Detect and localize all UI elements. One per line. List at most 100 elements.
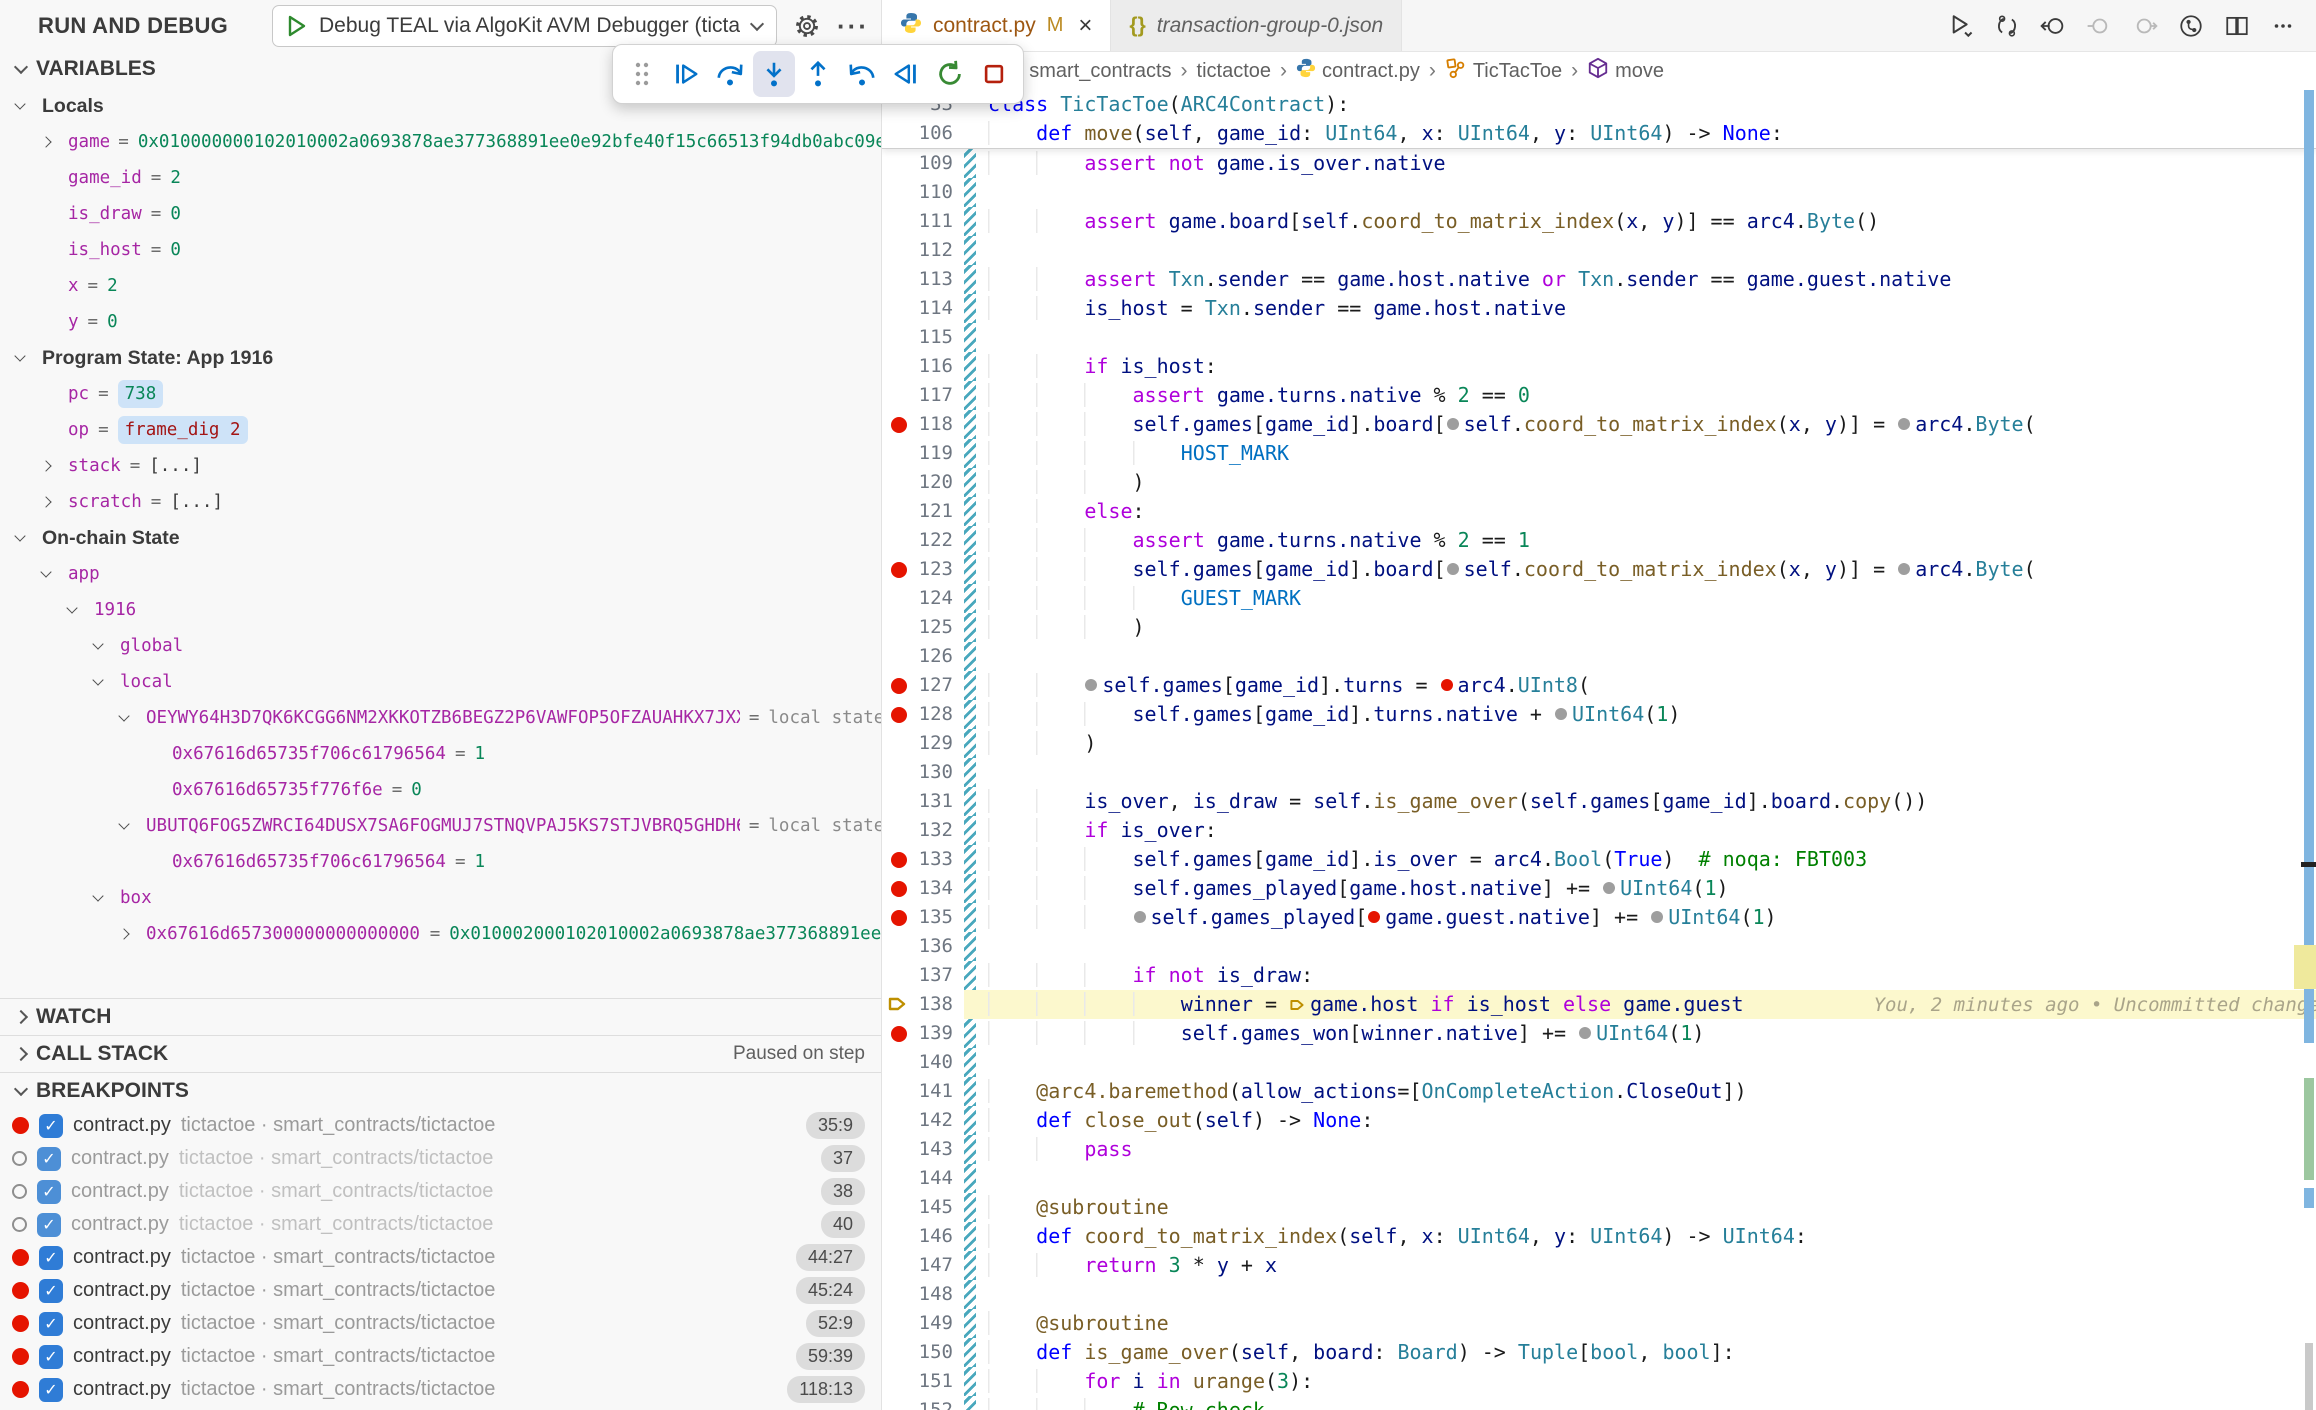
breakpoint-gutter-icon[interactable] <box>891 881 907 897</box>
variable-row-y[interactable]: y=0 <box>0 304 881 340</box>
breadcrumb-item-tictactoe[interactable]: tictactoe <box>1197 60 1271 83</box>
breakpoint-checkbox[interactable]: ✓ <box>39 1378 63 1402</box>
breakpoint-gutter[interactable] <box>882 1048 916 1077</box>
previous-change-icon[interactable] <box>2086 13 2112 39</box>
breakpoint-gutter[interactable] <box>882 381 916 410</box>
inline-breakpoint-icon[interactable] <box>1447 418 1459 430</box>
variable-row-is-host[interactable]: is_host=0 <box>0 232 881 268</box>
restart-button[interactable] <box>929 51 971 97</box>
breakpoint-gutter[interactable] <box>882 961 916 990</box>
continue-button[interactable] <box>665 51 707 97</box>
inline-breakpoint-active-icon[interactable] <box>1368 911 1380 923</box>
inline-breakpoint-icon[interactable] <box>1447 563 1459 575</box>
breakpoint-checkbox[interactable]: ✓ <box>37 1213 61 1237</box>
breakpoint-checkbox[interactable]: ✓ <box>39 1114 63 1138</box>
breakpoint-gutter-icon[interactable] <box>891 852 907 868</box>
variable-row-ubutq6fog5zwrci64dusx7sa6fogmuj7stnqvpaj[interactable]: UBUTQ6FOG5ZWRCI64DUSX7SA6FOGMUJ7STNQVPAJ… <box>0 808 881 844</box>
breakpoint-gutter[interactable] <box>882 1396 916 1410</box>
step-over-button[interactable] <box>709 51 751 97</box>
step-back-button[interactable] <box>841 51 883 97</box>
breakpoint-gutter[interactable] <box>882 729 916 758</box>
breakpoint-gutter[interactable] <box>882 1193 916 1222</box>
start-debug-icon[interactable] <box>287 15 307 37</box>
breakpoint-gutter[interactable] <box>882 1019 916 1048</box>
breakpoint-checkbox[interactable]: ✓ <box>37 1147 61 1171</box>
breakpoint-gutter[interactable] <box>882 207 916 236</box>
variable-row-1916[interactable]: 1916 <box>0 592 881 628</box>
breakpoint-gutter[interactable] <box>882 903 916 932</box>
inline-breakpoint-icon[interactable] <box>1134 911 1146 923</box>
breakpoint-gutter[interactable] <box>882 149 916 178</box>
variable-row-local[interactable]: local <box>0 664 881 700</box>
breakpoint-gutter[interactable] <box>882 526 916 555</box>
debug-config-dropdown[interactable]: Debug TEAL via AlgoKit AVM Debugger (tic… <box>272 5 777 47</box>
reverse-continue-button[interactable] <box>885 51 927 97</box>
breakpoint-row[interactable]: ✓contract.pytictactoe · smart_contracts/… <box>0 1340 881 1373</box>
inline-breakpoint-icon[interactable] <box>1555 708 1567 720</box>
variable-row-scratch[interactable]: scratch=[...] <box>0 484 881 520</box>
variable-row-stack[interactable]: stack=[...] <box>0 448 881 484</box>
section-watch[interactable]: WATCH <box>0 998 881 1035</box>
breakpoint-gutter[interactable] <box>882 1367 916 1396</box>
variable-row-x[interactable]: x=2 <box>0 268 881 304</box>
breakpoint-checkbox[interactable]: ✓ <box>39 1312 63 1336</box>
breakpoint-gutter[interactable] <box>882 439 916 468</box>
scrollbar-thumb[interactable] <box>2305 1343 2313 1410</box>
breakpoint-gutter[interactable] <box>882 1309 916 1338</box>
breakpoint-gutter[interactable] <box>882 1077 916 1106</box>
breakpoint-gutter[interactable] <box>882 1164 916 1193</box>
inline-breakpoint-icon[interactable] <box>1898 563 1910 575</box>
run-python-file-icon[interactable] <box>1948 13 1974 39</box>
breakpoint-row[interactable]: ✓contract.pytictactoe · smart_contracts/… <box>0 1307 881 1340</box>
step-into-button[interactable] <box>753 51 795 97</box>
breakpoint-gutter[interactable] <box>882 294 916 323</box>
variable-row-app[interactable]: app <box>0 556 881 592</box>
breakpoint-gutter[interactable] <box>882 1338 916 1367</box>
breakpoint-checkbox[interactable]: ✓ <box>37 1180 61 1204</box>
breakpoint-gutter[interactable] <box>882 758 916 787</box>
breakpoint-gutter[interactable] <box>882 178 916 207</box>
gear-icon[interactable] <box>793 12 821 40</box>
breakpoint-gutter[interactable] <box>882 932 916 961</box>
breakpoint-gutter-icon[interactable] <box>891 1026 907 1042</box>
breakpoint-gutter-icon[interactable] <box>891 562 907 578</box>
step-out-button[interactable] <box>797 51 839 97</box>
tab-transaction-group-json[interactable]: {} transaction-group-0.json <box>1111 0 1402 51</box>
close-icon[interactable]: × <box>1078 12 1092 40</box>
variable-row-pc[interactable]: pc=738 <box>0 376 881 412</box>
breakpoint-gutter-icon[interactable] <box>891 910 907 926</box>
breakpoint-gutter[interactable] <box>882 874 916 903</box>
breakpoint-gutter[interactable] <box>882 845 916 874</box>
breakpoint-gutter[interactable] <box>882 700 916 729</box>
breakpoint-gutter[interactable] <box>882 555 916 584</box>
breakpoint-row[interactable]: ✓contract.pytictactoe · smart_contracts/… <box>0 1142 881 1175</box>
compare-changes-icon[interactable] <box>1994 13 2020 39</box>
breakpoint-gutter[interactable] <box>882 265 916 294</box>
variable-row-global[interactable]: global <box>0 628 881 664</box>
stop-button[interactable] <box>973 51 1015 97</box>
breakpoint-gutter[interactable] <box>882 1280 916 1309</box>
breakpoint-gutter[interactable] <box>882 1251 916 1280</box>
variable-row-game[interactable]: game=0x010000000102010002a0693878ae37736… <box>0 124 881 160</box>
breakpoint-gutter[interactable] <box>882 613 916 642</box>
section-breakpoints[interactable]: BREAKPOINTS <box>0 1072 881 1109</box>
more-actions-icon[interactable]: ··· <box>837 11 869 42</box>
breadcrumb-item-smart-contracts[interactable]: smart_contracts <box>1029 60 1171 83</box>
breakpoint-checkbox[interactable]: ✓ <box>39 1345 63 1369</box>
variable-row-0x67616d65730000000000000002[interactable]: 0x67616d65730000000000000002=0x010002000… <box>0 916 881 952</box>
split-editor-icon[interactable] <box>2224 13 2250 39</box>
breakpoint-row[interactable]: ✓contract.pytictactoe · smart_contracts/… <box>0 1175 881 1208</box>
next-change-icon[interactable] <box>2132 13 2158 39</box>
breakpoint-gutter[interactable] <box>882 816 916 845</box>
breakpoint-gutter[interactable] <box>882 990 916 1019</box>
breadcrumb-item-tictactoe[interactable]: TicTacToe <box>1445 57 1562 85</box>
breakpoint-gutter[interactable] <box>882 787 916 816</box>
variable-row-oeywy64h3d7qk6kcgg6nm2xkkotzb6begz2p6vaw[interactable]: OEYWY64H3D7QK6KCGG6NM2XKKOTZB6BEGZ2P6VAW… <box>0 700 881 736</box>
breakpoint-gutter[interactable] <box>882 1222 916 1251</box>
breakpoint-gutter[interactable] <box>882 352 916 381</box>
breakpoint-gutter[interactable] <box>882 1135 916 1164</box>
breadcrumb-item-move[interactable]: move <box>1587 57 1664 85</box>
inline-breakpoint-icon[interactable] <box>1085 679 1097 691</box>
variable-row-on-chain-state[interactable]: On-chain State <box>0 520 881 556</box>
breakpoint-gutter[interactable] <box>882 410 916 439</box>
